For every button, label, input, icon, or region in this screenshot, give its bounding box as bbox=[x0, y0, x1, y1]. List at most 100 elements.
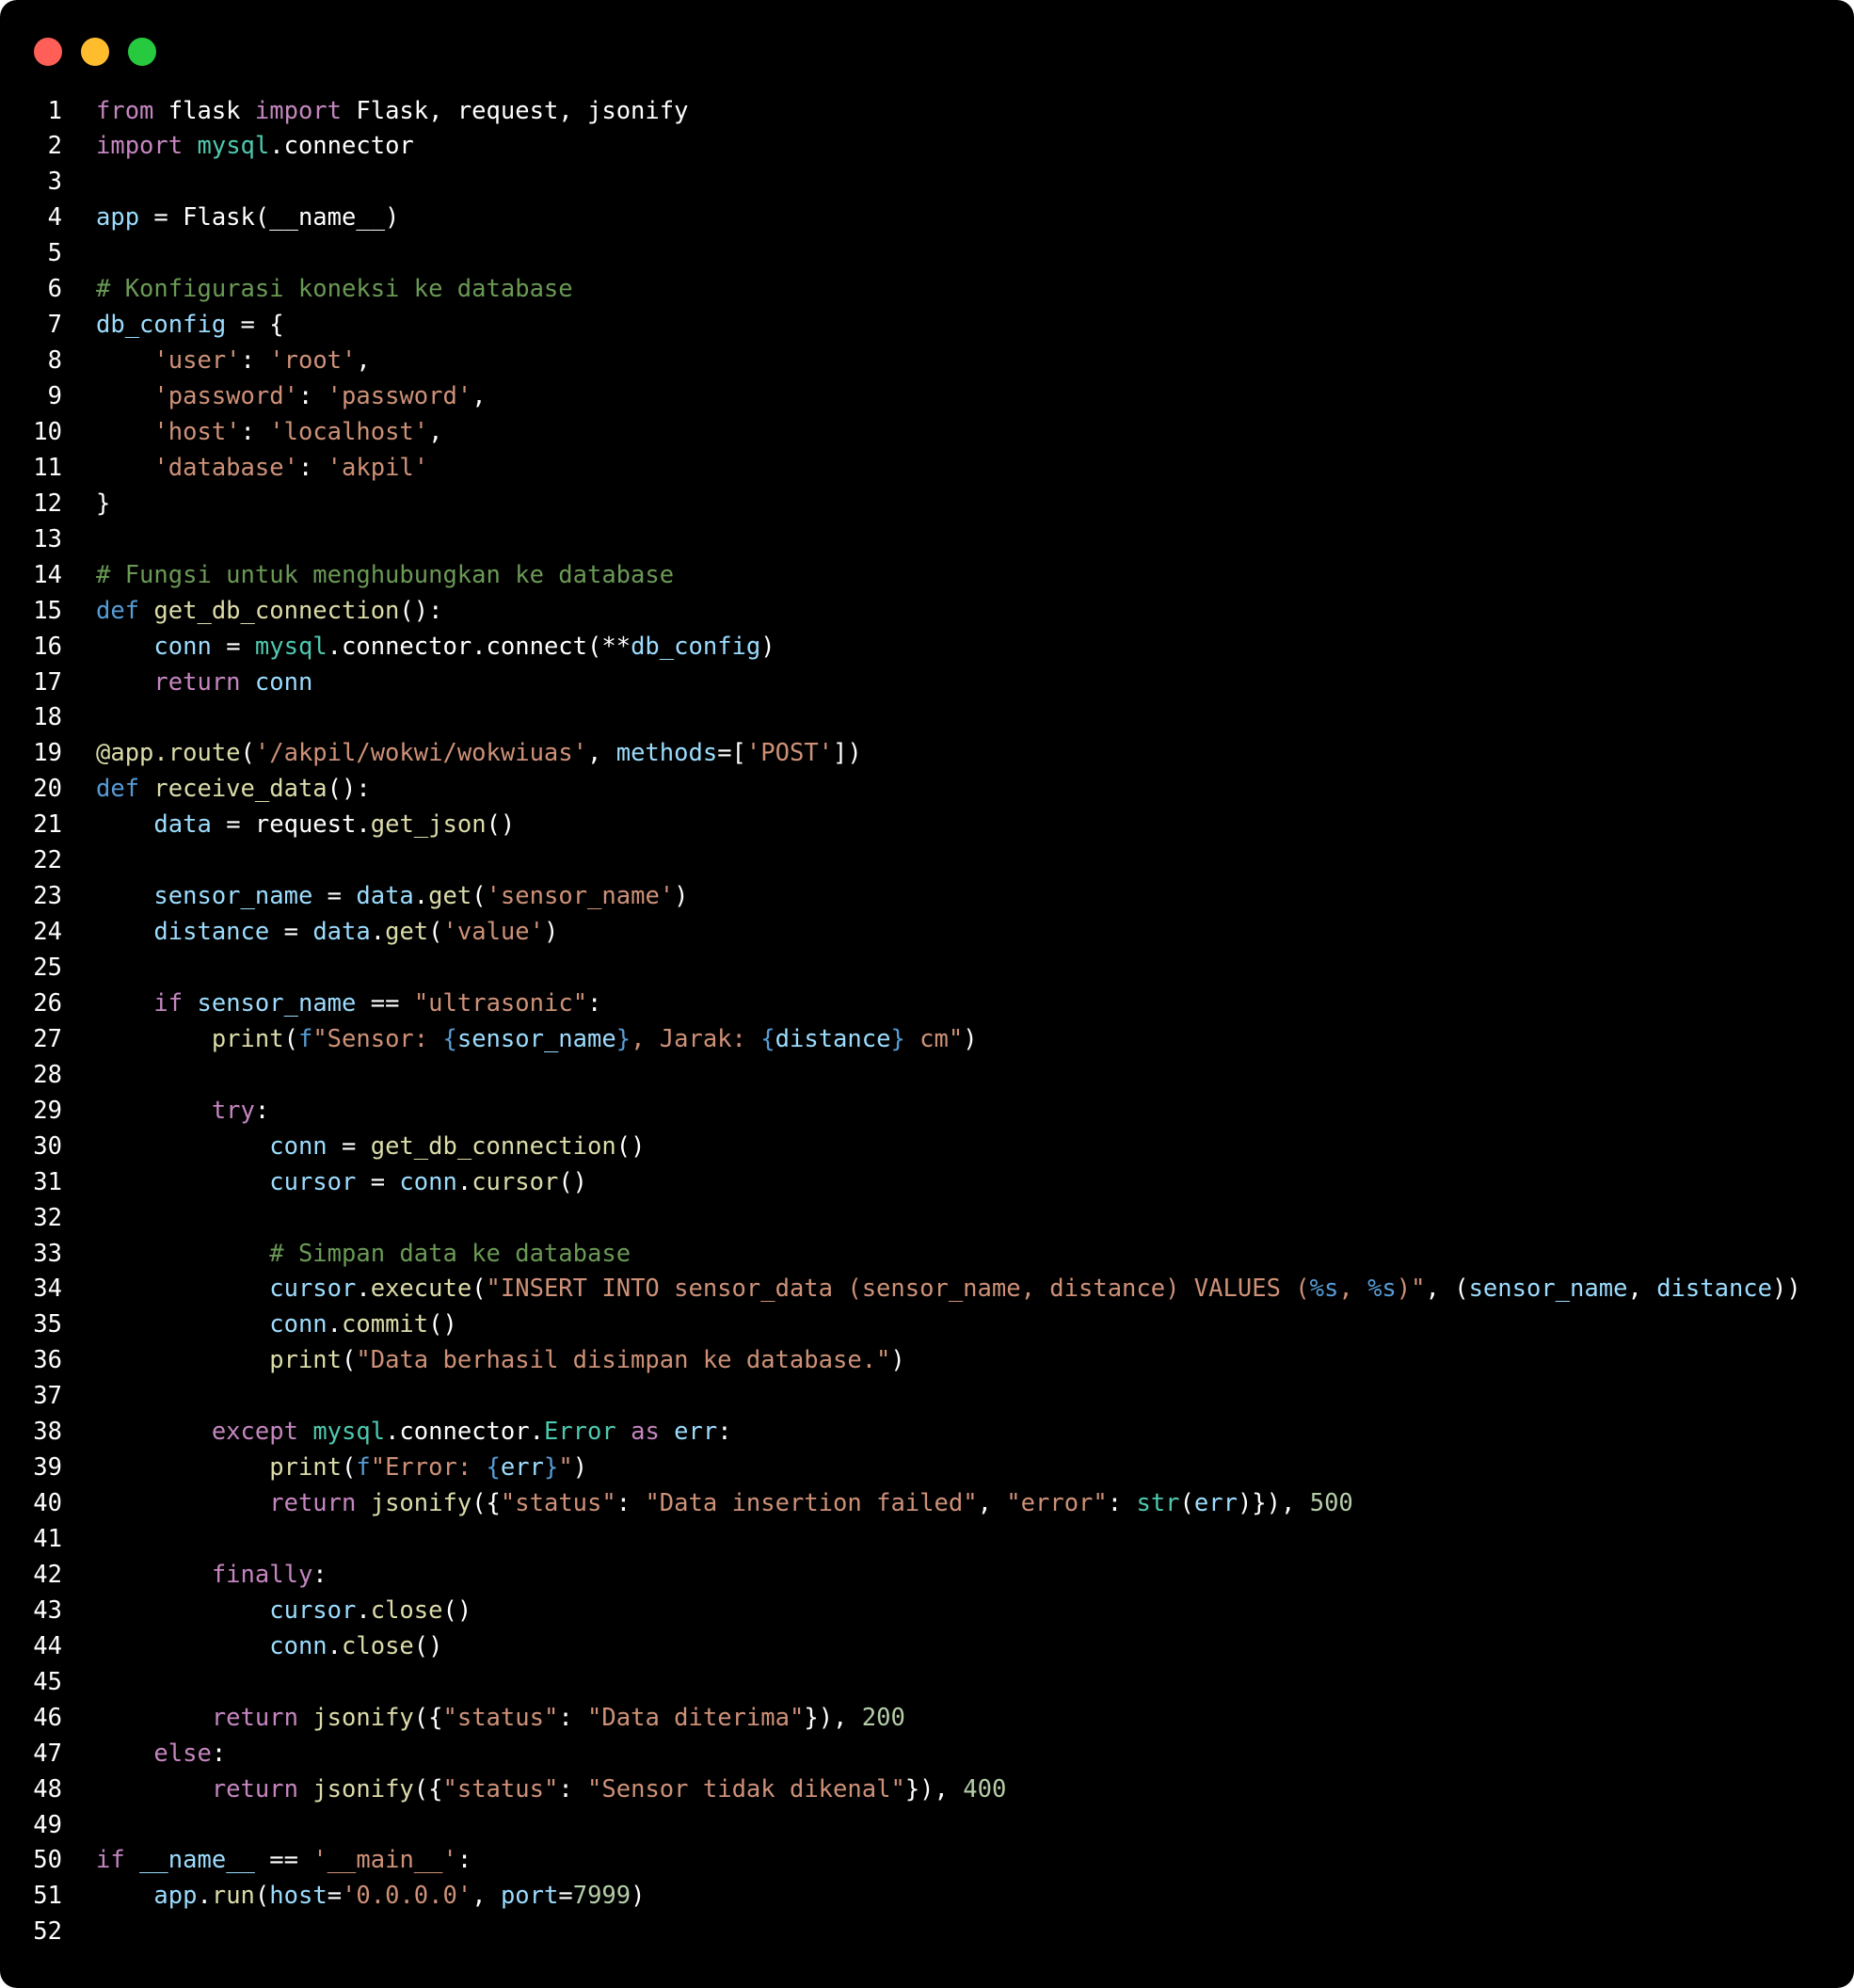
code-token: = request. bbox=[211, 810, 371, 840]
minimize-icon[interactable] bbox=[81, 38, 109, 66]
code-text: app = Flask(__name__) bbox=[96, 200, 399, 236]
code-token: "Data berhasil disimpan ke database." bbox=[356, 1346, 891, 1375]
line-number: 23 bbox=[33, 882, 62, 911]
code-token: import bbox=[254, 96, 343, 125]
code-token: return bbox=[211, 1703, 298, 1732]
code-token: } bbox=[615, 1024, 631, 1053]
line-number: 52 bbox=[33, 1917, 62, 1947]
code-line: 41 bbox=[0, 1522, 1854, 1558]
code-text: return conn bbox=[96, 665, 312, 701]
code-token: # Fungsi untuk menghubungkan ke database bbox=[96, 560, 675, 589]
code-token: ({ bbox=[471, 1489, 501, 1518]
code-token: conn bbox=[269, 1131, 328, 1161]
code-token: , bbox=[587, 739, 616, 768]
code-text: if __name__ == '__main__': bbox=[96, 1843, 471, 1879]
code-token: cursor bbox=[269, 1595, 357, 1625]
code-token: == bbox=[356, 988, 414, 1018]
code-token: : bbox=[717, 1418, 732, 1447]
code-token: '0.0.0.0' bbox=[342, 1882, 472, 1911]
line-number: 44 bbox=[33, 1631, 62, 1660]
code-token: app bbox=[96, 203, 140, 232]
code-token: execute bbox=[370, 1275, 472, 1304]
code-line: 33 # Simpan data ke database bbox=[0, 1237, 1854, 1273]
code-token: get_json bbox=[370, 810, 487, 840]
line-number: 36 bbox=[33, 1346, 62, 1375]
line-number: 8 bbox=[47, 346, 62, 376]
code-token: host bbox=[269, 1882, 328, 1911]
code-text: print(f"Sensor: {sensor_name}, Jarak: {d… bbox=[96, 1022, 978, 1058]
code-text: distance = data.get('value') bbox=[96, 915, 558, 951]
line-number: 7 bbox=[47, 311, 62, 340]
code-token: import bbox=[96, 132, 184, 161]
line-number: 27 bbox=[33, 1024, 62, 1053]
code-token: try bbox=[211, 1096, 255, 1125]
code-editor[interactable]: 1 from flask import Flask, request, jsoni… bbox=[0, 94, 1854, 1951]
code-token: from bbox=[96, 96, 154, 125]
close-icon[interactable] bbox=[34, 38, 62, 66]
line-number: 14 bbox=[33, 560, 62, 589]
code-token: "status" bbox=[500, 1489, 616, 1518]
code-token: () bbox=[442, 1595, 472, 1625]
line-number: 31 bbox=[33, 1167, 62, 1196]
code-token: app bbox=[153, 1882, 198, 1911]
code-token: : bbox=[254, 1096, 270, 1125]
code-token: # Konfigurasi koneksi ke database bbox=[96, 275, 573, 304]
code-token: . bbox=[327, 1310, 343, 1339]
code-token: 'localhost' bbox=[269, 417, 429, 446]
line-number: 22 bbox=[33, 846, 62, 875]
code-text: conn = mysql.connector.connect(**db_conf… bbox=[96, 630, 775, 665]
code-line: 51 app.run(host='0.0.0.0', port=7999) bbox=[0, 1879, 1854, 1915]
code-token: sensor_name bbox=[153, 882, 313, 911]
code-token: "Sensor: bbox=[312, 1024, 443, 1053]
code-token: ) bbox=[890, 1346, 905, 1375]
code-text: if sensor_name == "ultrasonic": bbox=[96, 986, 601, 1022]
code-text: 'user': 'root', bbox=[96, 344, 370, 379]
code-token: '/akpil/wokwi/wokwiuas' bbox=[254, 739, 587, 768]
code-token: (): bbox=[399, 596, 443, 625]
line-number: 24 bbox=[33, 918, 62, 947]
line-number: 37 bbox=[33, 1382, 62, 1411]
code-token: 'POST' bbox=[745, 739, 834, 768]
code-token: err bbox=[1193, 1489, 1238, 1518]
code-token: ({ bbox=[413, 1774, 443, 1804]
maximize-icon[interactable] bbox=[128, 38, 156, 66]
code-token: : bbox=[211, 1739, 227, 1768]
code-token: . bbox=[356, 1275, 371, 1304]
code-line: 31 cursor = conn.cursor() bbox=[0, 1165, 1854, 1201]
code-token: ( bbox=[254, 1882, 270, 1911]
line-number: 10 bbox=[33, 417, 62, 446]
code-line: 21 data = request.get_json() bbox=[0, 808, 1854, 843]
code-token: ( bbox=[342, 1453, 357, 1483]
code-text: else: bbox=[96, 1737, 226, 1772]
code-token: ]) bbox=[833, 739, 862, 768]
code-token: ) bbox=[760, 632, 775, 661]
code-line: 17 return conn bbox=[0, 665, 1854, 701]
code-token: err bbox=[674, 1418, 718, 1447]
line-number: 32 bbox=[33, 1203, 62, 1232]
code-token: . bbox=[370, 918, 386, 947]
code-token: = { bbox=[226, 311, 284, 340]
code-token: ( bbox=[240, 739, 255, 768]
code-token: , bbox=[471, 382, 487, 410]
code-token: } bbox=[890, 1024, 905, 1053]
code-text: cursor.execute("INSERT INTO sensor_data … bbox=[96, 1272, 1801, 1307]
code-token: sensor_name bbox=[1468, 1275, 1628, 1304]
code-token: methods bbox=[615, 739, 718, 768]
code-text: except mysql.connector.Error as err: bbox=[96, 1415, 732, 1451]
code-token: if bbox=[96, 1846, 125, 1875]
code-token: 'database' bbox=[153, 453, 298, 482]
line-number: 12 bbox=[33, 489, 62, 518]
code-token: . bbox=[356, 1595, 371, 1625]
code-token: .connector.connect(** bbox=[327, 632, 631, 661]
line-number: 35 bbox=[33, 1310, 62, 1339]
code-token: 500 bbox=[1309, 1489, 1353, 1518]
code-token: db_config bbox=[96, 311, 227, 340]
